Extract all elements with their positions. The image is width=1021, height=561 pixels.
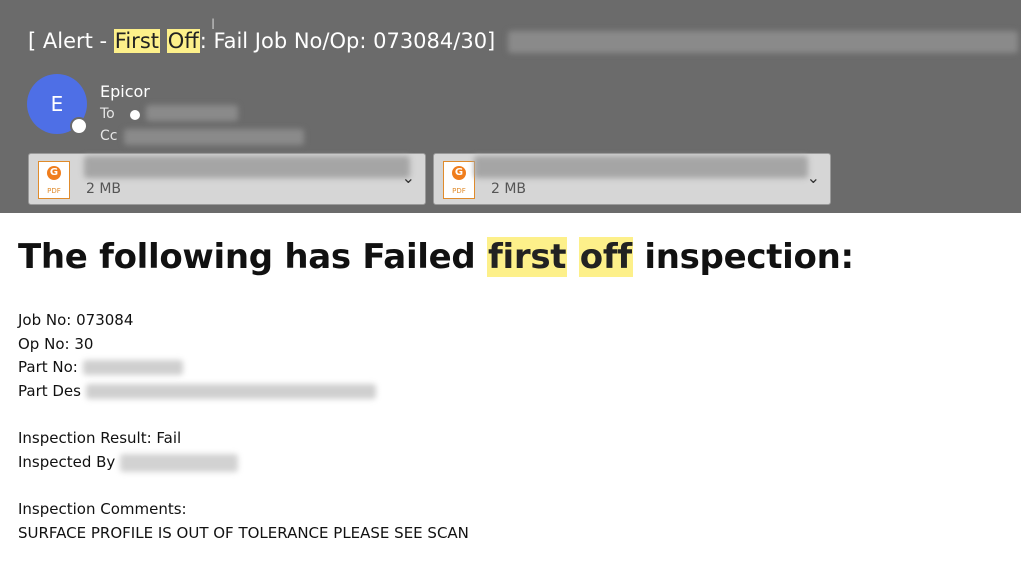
part-desc-label: Part Des <box>18 382 81 400</box>
cc-label: Cc <box>100 128 118 144</box>
email-header: [ Alert - First Off: Fail Job No/Op: 073… <box>0 0 1021 213</box>
subject-highlight-first: First <box>113 29 160 53</box>
attachment-1-size: 2 MB <box>86 181 122 197</box>
attachment-2[interactable]: G PDF 2 MB ⌄ <box>433 153 831 205</box>
subject-highlight-off: Off <box>166 29 200 53</box>
attachment-1[interactable]: G PDF 2 MB ⌄ <box>28 153 426 205</box>
heading-highlight-off: off <box>578 237 633 277</box>
cc-recipient-redacted[interactable] <box>124 129 304 145</box>
text-cursor-icon: I <box>211 17 216 33</box>
body-heading: The following has Failed first off inspe… <box>18 237 854 277</box>
job-no-line: Job No: 073084 <box>18 311 134 329</box>
op-no-line: Op No: 30 <box>18 335 94 353</box>
attachment-2-size: 2 MB <box>491 181 527 197</box>
inspector-redacted <box>120 453 239 472</box>
part-no-label: Part No: <box>18 358 78 376</box>
to-recipient-redacted[interactable] <box>146 105 238 121</box>
inspection-result-line: Inspection Result: Fail <box>18 429 182 447</box>
comments-label: Inspection Comments: <box>18 500 187 518</box>
part-desc-redacted <box>85 384 376 399</box>
pdf-type-label: PDF <box>47 187 61 195</box>
pdf-file-icon: G PDF <box>38 161 70 199</box>
sender-name[interactable]: Epicor <box>100 82 150 101</box>
subject-space <box>160 29 167 53</box>
inspected-by-line: Inspected By <box>18 453 239 472</box>
chevron-down-icon[interactable]: ⌄ <box>807 168 820 187</box>
subject-prefix: [ Alert - <box>28 29 114 53</box>
to-label: To <box>100 106 115 122</box>
email-body: The following has Failed first off inspe… <box>0 213 1021 561</box>
subject-suffix: : Fail Job No/Op: 073084/30] <box>199 29 496 53</box>
pdf-file-icon: G PDF <box>443 161 475 199</box>
inspected-by-label: Inspected By <box>18 453 116 471</box>
email-subject: [ Alert - First Off: Fail Job No/Op: 073… <box>28 27 1018 57</box>
presence-status-icon <box>70 117 88 135</box>
part-desc-line: Part Des <box>18 382 376 400</box>
comments-text: SURFACE PROFILE IS OUT OF TOLERANCE PLEA… <box>18 524 469 542</box>
chevron-down-icon[interactable]: ⌄ <box>402 168 415 187</box>
heading-text-pre: The following has Failed <box>18 237 487 277</box>
part-no-redacted <box>82 360 183 375</box>
acrobat-logo-icon: G <box>47 166 61 180</box>
acrobat-logo-icon: G <box>452 166 466 180</box>
attachment-2-filename-redacted <box>474 156 808 178</box>
heading-highlight-first: first <box>487 237 568 277</box>
subject-redacted <box>507 31 1018 53</box>
part-no-line: Part No: <box>18 358 183 376</box>
heading-text-post: inspection: <box>632 237 854 277</box>
pdf-type-label: PDF <box>452 187 466 195</box>
recipient-presence-icon <box>130 110 140 120</box>
attachment-1-filename-redacted <box>84 156 410 178</box>
